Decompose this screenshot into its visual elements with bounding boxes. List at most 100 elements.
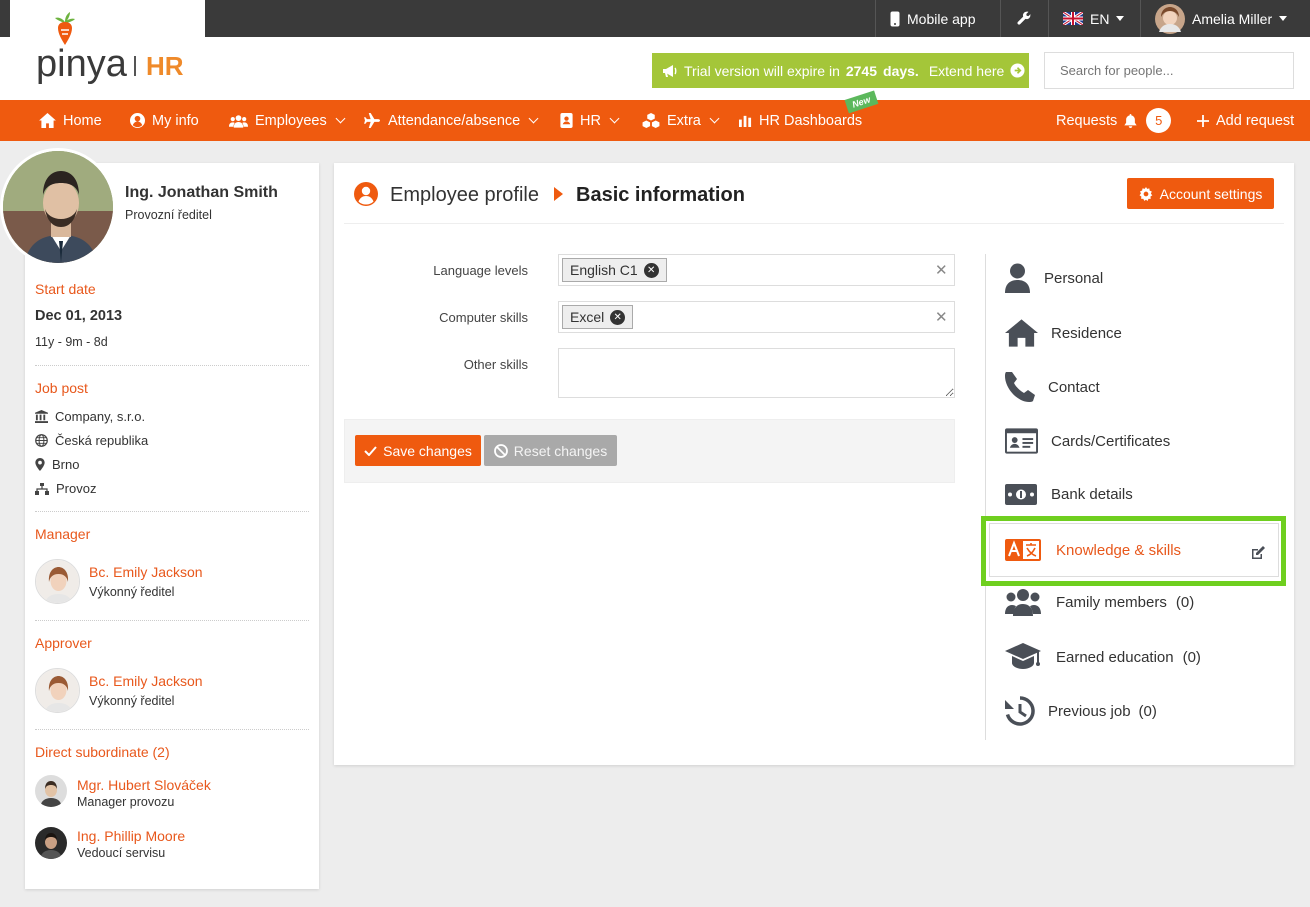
subordinate-avatar[interactable]	[35, 827, 67, 859]
header-divider	[344, 223, 1284, 224]
clear-icon[interactable]: ✕	[935, 261, 948, 279]
other-skills-textarea[interactable]	[558, 348, 955, 398]
user-menu[interactable]: Amelia Miller	[1140, 0, 1310, 37]
side-menu-divider	[985, 254, 986, 740]
job-post-label: Job post	[35, 380, 88, 396]
subordinate-role: Vedoucí servisu	[77, 846, 166, 860]
side-menu-previous-label: Previous job	[1048, 702, 1131, 720]
nav-hr-dashboards[interactable]: HR Dashboards	[739, 100, 862, 141]
nav-my-info[interactable]: My info	[130, 100, 199, 141]
manager-avatar[interactable]	[35, 559, 80, 604]
home-icon	[1005, 319, 1038, 347]
user-name: Amelia Miller	[1192, 10, 1273, 27]
side-menu-previous-count: (0)	[1138, 702, 1157, 720]
divider	[35, 620, 309, 621]
nav-extra-label: Extra	[667, 112, 701, 129]
divider	[35, 511, 309, 512]
settings-tool-button[interactable]	[1000, 0, 1048, 37]
nav-extra[interactable]: Extra	[642, 100, 720, 141]
nav-attendance[interactable]: Attendance/absence	[364, 100, 539, 141]
phone-icon	[1005, 372, 1035, 402]
wrench-icon	[1017, 11, 1031, 25]
history-icon	[1005, 696, 1035, 726]
breadcrumb-employee-profile[interactable]: Employee profile	[390, 184, 539, 207]
account-settings-button[interactable]: Account settings	[1127, 178, 1274, 209]
other-skills-label: Other skills	[463, 357, 528, 372]
side-menu-contact[interactable]: Contact	[1005, 372, 1100, 402]
nav-hr[interactable]: HR	[560, 100, 620, 141]
chevron-down-icon	[335, 113, 346, 124]
approver-label: Approver	[35, 635, 92, 651]
uk-flag-icon	[1063, 12, 1083, 25]
chevron-down-icon	[609, 113, 620, 124]
side-menu-cards[interactable]: Cards/Certificates	[1005, 428, 1170, 454]
nav-add-request[interactable]: Add request	[1197, 100, 1294, 141]
subordinate-name-link[interactable]: Ing. Phillip Moore	[77, 828, 185, 844]
nav-my-info-label: My info	[152, 112, 199, 129]
caret-down-icon	[1116, 16, 1125, 21]
search-people-input[interactable]	[1044, 52, 1294, 89]
clear-icon[interactable]: ✕	[935, 308, 948, 326]
divider	[35, 365, 309, 366]
reset-changes-button[interactable]: Reset changes	[484, 435, 617, 466]
ban-icon	[493, 443, 508, 458]
computer-tag[interactable]: Excel ✕	[562, 305, 634, 329]
users-icon	[1005, 589, 1041, 616]
side-menu-cards-label: Cards/Certificates	[1051, 432, 1171, 450]
home-icon	[39, 113, 56, 128]
side-menu-bank[interactable]: Bank details	[1005, 484, 1133, 505]
mobile-app-label: Mobile app	[907, 10, 976, 27]
mobile-app-link[interactable]: Mobile app	[875, 0, 1000, 37]
caret-down-icon	[1279, 16, 1288, 21]
language-tag[interactable]: English C1 ✕	[562, 258, 667, 282]
side-menu-education-label: Earned education	[1056, 648, 1174, 666]
subordinate-name-link[interactable]: Mgr. Hubert Slováček	[77, 777, 211, 793]
side-menu-family[interactable]: Family members (0)	[1005, 588, 1194, 616]
trial-banner[interactable]: Trial version will expire in 2745 days. …	[652, 53, 1029, 88]
pinya-logo[interactable]: pinya HR	[36, 12, 186, 85]
side-menu-previous[interactable]: Previous job (0)	[1005, 696, 1157, 726]
approver-name-link[interactable]: Bc. Emily Jackson	[89, 673, 203, 689]
save-changes-button[interactable]: Save changes	[355, 435, 481, 466]
users-icon	[229, 114, 248, 128]
extend-link[interactable]: Extend here	[929, 63, 1005, 79]
plane-icon	[364, 113, 380, 128]
money-bill-icon	[1005, 484, 1037, 505]
nav-attendance-label: Attendance/absence	[388, 112, 521, 129]
nav-home[interactable]: Home	[39, 100, 102, 141]
language-levels-label: Language levels	[433, 263, 528, 278]
map-marker-icon	[35, 458, 45, 471]
language-selector[interactable]: EN	[1048, 0, 1140, 37]
remove-tag-icon[interactable]: ✕	[643, 262, 659, 278]
subordinate-avatar[interactable]	[35, 775, 67, 807]
edit-icon[interactable]	[1251, 546, 1265, 560]
caret-right-icon	[554, 187, 563, 201]
manager-name-link[interactable]: Bc. Emily Jackson	[89, 564, 203, 580]
globe-icon	[35, 434, 48, 447]
side-menu-bank-label: Bank details	[1051, 486, 1133, 503]
plus-icon	[1197, 114, 1209, 127]
profile-photo	[0, 148, 116, 266]
side-menu-residence[interactable]: Residence	[1005, 319, 1122, 347]
side-menu-personal[interactable]: Personal	[1005, 263, 1103, 293]
country-value: Česká republika	[55, 433, 149, 448]
logo-suffix: HR	[146, 51, 184, 81]
logo-divider	[134, 56, 136, 76]
bar-chart-icon	[739, 115, 752, 127]
carrot-logo-icon	[55, 12, 75, 45]
side-menu-contact-label: Contact	[1048, 378, 1100, 396]
side-menu-knowledge[interactable]: Knowledge & skills	[1005, 539, 1181, 561]
requests-count-badge: 5	[1146, 108, 1172, 133]
profile-name: Ing. Jonathan Smith	[125, 184, 278, 201]
page-title: Basic information	[576, 184, 745, 206]
trial-days: 2745	[845, 62, 878, 79]
nav-requests[interactable]: Requests 5	[1056, 100, 1172, 141]
remove-tag-icon[interactable]: ✕	[610, 309, 626, 325]
nav-home-label: Home	[63, 112, 102, 129]
nav-hr-label: HR	[580, 112, 601, 129]
approver-role: Výkonný ředitel	[89, 694, 175, 708]
nav-employees[interactable]: Employees	[229, 100, 346, 141]
city-value: Brno	[52, 457, 80, 472]
side-menu-education[interactable]: Earned education (0)	[1005, 643, 1201, 671]
approver-avatar[interactable]	[35, 668, 80, 713]
